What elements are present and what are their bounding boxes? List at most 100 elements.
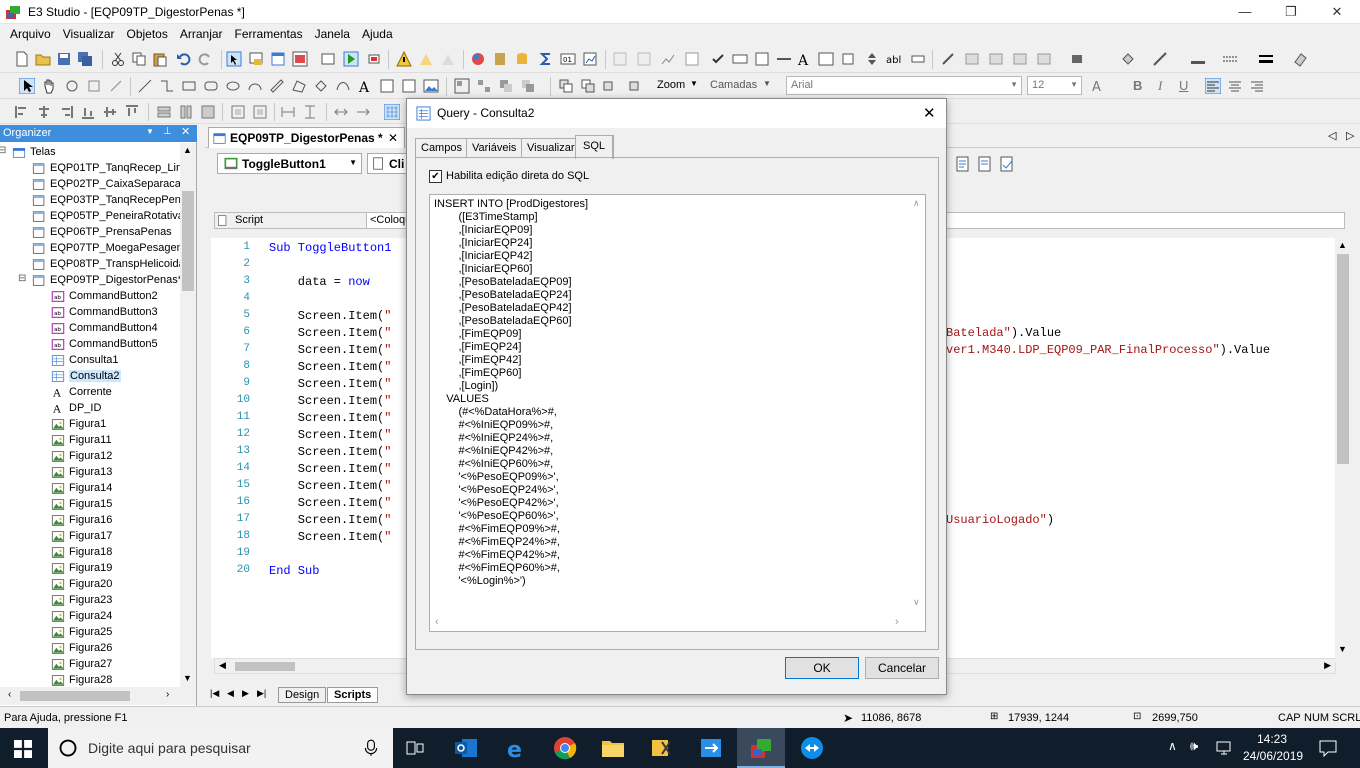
toggle-tool-icon[interactable] xyxy=(910,51,926,67)
doc-tab[interactable]: EQP09TP_DigestorPenas * ✕ xyxy=(208,127,405,148)
tree-item[interactable]: EQP09TP_DigestorPenas* xyxy=(32,273,180,289)
checkbox-tool-icon[interactable] xyxy=(710,51,726,67)
align-center-icon[interactable] xyxy=(1227,78,1243,94)
warning-small-icon[interactable] xyxy=(418,51,434,67)
align-middles-icon[interactable] xyxy=(102,104,118,120)
tree-item[interactable]: EQP08TP_TranspHelicoidal xyxy=(32,257,180,273)
tree-item[interactable]: EQP06TP_PrensaPenas xyxy=(32,225,180,241)
editor-scroll-down-icon[interactable]: ▼ xyxy=(1338,644,1347,654)
space-horizontal-icon[interactable] xyxy=(280,104,296,120)
tree-item[interactable]: Figura1 xyxy=(51,417,180,433)
zoom-chevron-icon[interactable]: ▼ xyxy=(690,79,698,88)
menu-janela[interactable]: Janela xyxy=(309,24,356,45)
menu-visualizar[interactable]: Visualizar xyxy=(57,24,121,45)
tree-item[interactable]: EQP07TP_MoegaPesagemF xyxy=(32,241,180,257)
rectangle-icon[interactable] xyxy=(181,78,197,94)
distribute-icon[interactable] xyxy=(988,51,1004,67)
group-icon[interactable] xyxy=(636,51,652,67)
tree-item[interactable]: Figura25 xyxy=(51,625,180,641)
select-mode-icon[interactable] xyxy=(226,51,242,67)
tree-item[interactable]: Figura23 xyxy=(51,593,180,609)
rounded-rect-icon[interactable] xyxy=(203,78,219,94)
alarm-icon[interactable] xyxy=(440,51,456,67)
no-edit-icon[interactable] xyxy=(940,51,956,67)
flip-vertical-icon[interactable] xyxy=(355,104,371,120)
rotate-icon[interactable] xyxy=(64,78,80,94)
sum-icon[interactable] xyxy=(538,51,554,67)
tree-item[interactable]: Figura18 xyxy=(51,545,180,561)
volume-icon[interactable]: 🕪 xyxy=(1190,738,1198,754)
menu-ferramentas[interactable]: Ferramentas xyxy=(229,24,309,45)
tree-item[interactable]: A DP_ID xyxy=(51,401,180,417)
new-file-icon[interactable] xyxy=(14,51,30,67)
copy-icon[interactable] xyxy=(131,51,147,67)
center-horizontal-icon[interactable] xyxy=(230,104,246,120)
tray-chevron-icon[interactable]: ∧ xyxy=(1168,739,1177,753)
library-icon[interactable] xyxy=(470,51,486,67)
align-tops-icon[interactable] xyxy=(80,104,96,120)
align-bottoms-icon[interactable] xyxy=(124,104,140,120)
notifications-icon[interactable] xyxy=(1319,739,1337,757)
expand-collapse-icon[interactable]: ⊟ xyxy=(0,145,6,156)
outlook-icon[interactable] xyxy=(454,737,478,759)
tab-visualizar[interactable]: Visualizar xyxy=(521,138,581,158)
counter-icon[interactable]: 01 xyxy=(560,51,576,67)
to-front-icon[interactable] xyxy=(602,78,618,94)
sql-scroll-up-icon[interactable]: ∧ xyxy=(913,198,920,209)
align-left-icon[interactable] xyxy=(1205,78,1221,94)
font-name-combo[interactable]: Arial ▼ xyxy=(786,76,1022,95)
line-width-icon[interactable] xyxy=(1190,51,1206,67)
task-view-icon[interactable] xyxy=(405,739,425,757)
organizer-vscrollbar[interactable]: ▲ ▼ xyxy=(180,143,196,687)
close-button[interactable]: ✕ xyxy=(1314,0,1360,24)
tree-item[interactable]: Figura11 xyxy=(51,433,180,449)
arc-icon[interactable] xyxy=(247,78,263,94)
e3-studio-task[interactable] xyxy=(737,728,785,768)
ellipse-icon[interactable] xyxy=(225,78,241,94)
tree-item[interactable]: Figura16 xyxy=(51,513,180,529)
align-centers-icon[interactable] xyxy=(36,104,52,120)
polygon-icon[interactable] xyxy=(291,78,307,94)
tree-item[interactable]: Telas xyxy=(12,145,180,161)
tree-item[interactable]: ab CommandButton4 xyxy=(51,321,180,337)
sql-scroll-left-icon[interactable]: ‹ xyxy=(435,616,439,628)
align-lefts-icon[interactable] xyxy=(14,104,30,120)
trend-icon[interactable] xyxy=(660,51,676,67)
tree-item[interactable]: Figura20 xyxy=(51,577,180,593)
erase-format-icon[interactable] xyxy=(1292,51,1308,67)
sql-textarea[interactable]: INSERT INTO [ProdDigestores] ([E3TimeSta… xyxy=(429,194,926,632)
organizer-hscrollbar[interactable]: ‹ › xyxy=(0,687,196,705)
organizer-menu-icon[interactable]: ▼ xyxy=(146,127,154,136)
flip-horizontal-icon[interactable] xyxy=(333,104,349,120)
send-backward-icon[interactable] xyxy=(580,78,596,94)
to-back-icon[interactable] xyxy=(624,78,640,94)
last-tab-icon[interactable]: ▶| xyxy=(257,688,266,699)
spin-tool-icon[interactable] xyxy=(864,51,880,67)
script-pick-icon[interactable] xyxy=(977,156,993,172)
bezier-icon[interactable] xyxy=(335,78,351,94)
combobox-tool-icon[interactable] xyxy=(732,51,748,67)
redo-icon[interactable] xyxy=(197,51,213,67)
layers-chevron-icon[interactable]: ▼ xyxy=(763,79,771,88)
first-tab-icon[interactable]: |◀ xyxy=(210,688,219,699)
size-icon[interactable] xyxy=(1036,51,1052,67)
underline-button[interactable]: U xyxy=(1179,78,1188,93)
scroll-down-icon[interactable]: ▼ xyxy=(183,673,192,683)
direct-sql-checkbox[interactable]: ✔ xyxy=(429,170,442,183)
abl-tool-icon[interactable]: abl xyxy=(886,51,902,67)
space-vertical-icon[interactable] xyxy=(302,104,318,120)
same-height-icon[interactable] xyxy=(178,104,194,120)
display-icon[interactable] xyxy=(379,78,395,94)
menu-objetos[interactable]: Objetos xyxy=(121,24,174,45)
link-icon[interactable] xyxy=(108,78,124,94)
shadow-icon[interactable] xyxy=(1070,51,1086,67)
italic-button[interactable]: I xyxy=(1158,78,1162,94)
grid-icon[interactable] xyxy=(684,51,700,67)
tree-item[interactable]: Figura28 xyxy=(51,673,180,687)
tree-item[interactable]: Consulta2 xyxy=(51,369,180,385)
center-vertical-icon[interactable] xyxy=(252,104,268,120)
line-style-icon[interactable] xyxy=(1222,51,1238,67)
open-folder-icon[interactable] xyxy=(35,51,51,67)
object-icon[interactable] xyxy=(612,51,628,67)
menu-arranjar[interactable]: Arranjar xyxy=(174,24,229,45)
